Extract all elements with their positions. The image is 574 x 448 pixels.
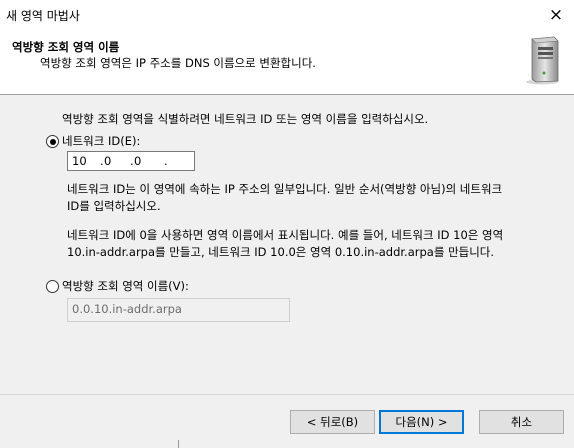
wizard-header: 역방향 조회 영역 이름 역방향 조회 영역은 IP 주소를 DNS 이름으로 … (0, 30, 574, 95)
help-line: 네트워크 ID는 이 영역에 속하는 IP 주소의 일부입니다. 일반 순서(역… (67, 182, 503, 196)
resize-edge (178, 440, 179, 448)
next-button[interactable]: 다음(N) > (379, 410, 464, 434)
help-line: 10.in-addr.arpa를 만들고, 네트워크 ID 10.0은 영역 0… (67, 245, 495, 259)
cancel-button[interactable]: 취소 (479, 410, 564, 434)
ip-octet-2[interactable]: 0 (104, 154, 111, 168)
zone-name-input[interactable]: 0.0.10.in-addr.arpa (67, 298, 290, 322)
help-line: ID를 입력하십시오. (67, 199, 161, 213)
button-divider (0, 394, 574, 395)
network-id-input[interactable]: 10 . 0 . 0 . (67, 151, 195, 171)
back-button[interactable]: < 뒤로(B) (290, 410, 375, 434)
help-text-network-id: 네트워크 ID는 이 영역에 속하는 IP 주소의 일부입니다. 일반 순서(역… (67, 181, 502, 215)
zone-name-label: 역방향 조회 영역 이름(V): (62, 279, 189, 293)
title-bar: 새 영역 마법사 × (0, 0, 574, 30)
ip-octet-3[interactable]: 0 (134, 154, 141, 168)
network-id-label: 네트워크 ID(E): (62, 134, 141, 148)
ip-octet-1[interactable]: 10 (72, 154, 87, 168)
close-button[interactable]: × (538, 0, 574, 30)
help-line: 네트워크 ID에 0을 사용하면 영역 이름에서 표시됩니다. 예를 들어, 네… (67, 228, 504, 242)
page-subtitle: 역방향 조회 영역은 IP 주소를 DNS 이름으로 변환합니다. (40, 56, 316, 70)
ip-separator: . (164, 154, 168, 168)
help-text-zero-example: 네트워크 ID에 0을 사용하면 영역 이름에서 표시됩니다. 예를 들어, 네… (67, 227, 503, 261)
intro-text: 역방향 조회 영역을 식별하려면 네트워크 ID 또는 영역 이름을 입력하십시… (62, 112, 429, 126)
page-title: 역방향 조회 영역 이름 (12, 40, 120, 54)
close-icon: × (548, 5, 564, 25)
zone-name-radio[interactable] (46, 280, 59, 293)
wizard-content: 역방향 조회 영역을 식별하려면 네트워크 ID 또는 영역 이름을 입력하십시… (0, 95, 574, 395)
server-icon (526, 36, 559, 85)
network-id-radio[interactable] (46, 135, 59, 148)
window-title: 새 영역 마법사 (6, 9, 80, 23)
